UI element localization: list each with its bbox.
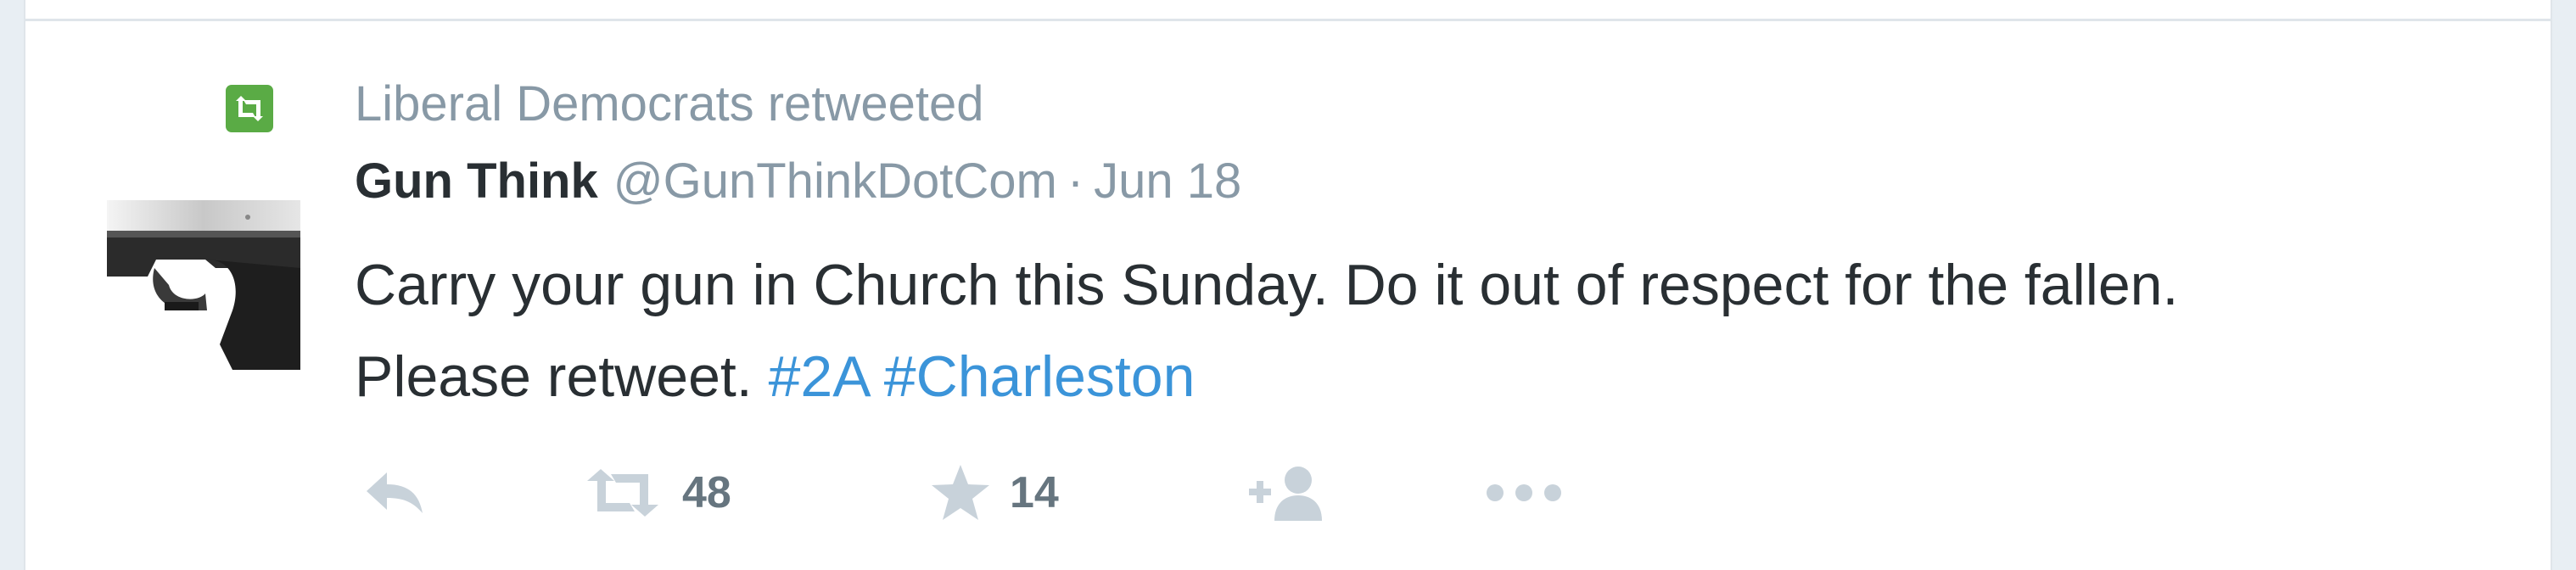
pistol-avatar-image — [105, 175, 300, 370]
tweet-timestamp[interactable]: Jun 18 — [1094, 154, 1241, 209]
more-button[interactable] — [1483, 455, 1565, 531]
time-separator: · — [1067, 154, 1084, 209]
hashtag-link[interactable]: #2A — [769, 344, 868, 409]
favorite-count: 14 — [1010, 468, 1059, 517]
tweet-text: Carry your gun in Church this Sunday. Do… — [355, 239, 2527, 422]
author-username[interactable]: @GunThinkDotCom — [613, 154, 1057, 209]
retweet-badge-icon — [226, 85, 273, 132]
tweet-text-line-2: Please retweet. #2A #Charleston — [355, 331, 2527, 422]
avatar[interactable] — [105, 175, 300, 370]
more-icon — [1483, 483, 1565, 503]
add-user-icon — [1246, 463, 1327, 522]
divider — [25, 19, 2551, 21]
retweet-icon — [582, 467, 664, 518]
tweet-text-prefix: Please retweet. — [355, 344, 753, 409]
star-icon — [930, 463, 991, 522]
tweet-header: Gun Think @GunThinkDotCom · Jun 18 — [355, 151, 1241, 212]
tweet-text-line-1: Carry your gun in Church this Sunday. Do… — [355, 253, 2179, 317]
retweet-count: 48 — [682, 468, 731, 517]
reply-icon — [363, 467, 426, 518]
favorite-button[interactable]: 14 — [930, 455, 1059, 531]
tweet-actions: 48 14 — [355, 455, 2052, 531]
follow-button[interactable] — [1246, 455, 1327, 531]
retweet-button[interactable]: 48 — [582, 455, 731, 531]
reply-button[interactable] — [363, 455, 426, 531]
hashtag-link[interactable]: #Charleston — [884, 344, 1196, 409]
tweet-card[interactable]: Liberal Democrats retweeted Gun Think @Gu… — [24, 0, 2552, 570]
author-fullname[interactable]: Gun Think — [355, 154, 598, 209]
retweet-context-label[interactable]: Liberal Democrats retweeted — [355, 75, 983, 134]
